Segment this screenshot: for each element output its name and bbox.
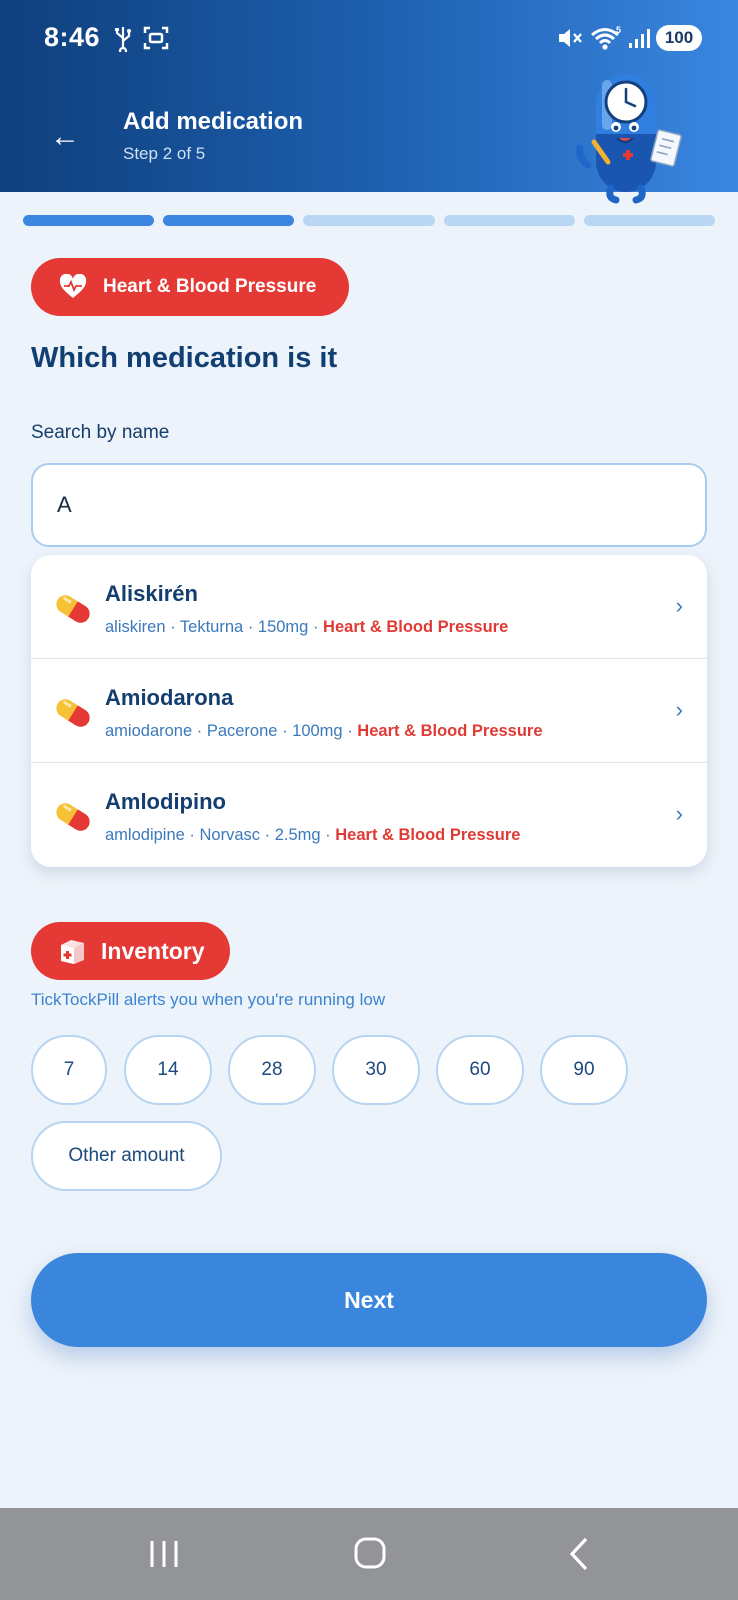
- separator: ·: [282, 722, 288, 740]
- category-badge: Heart & Blood Pressure: [31, 258, 349, 316]
- separator: ·: [247, 618, 254, 636]
- category-label: Heart & Blood Pressure: [103, 276, 317, 297]
- dose: 100mg: [292, 722, 343, 740]
- medication-category: Heart & Blood Pressure: [323, 618, 509, 636]
- search-input[interactable]: A: [31, 463, 707, 547]
- search-label: Search by name: [31, 422, 170, 443]
- brand-name: Tekturna: [179, 618, 244, 636]
- generic-name: amiodarone: [105, 722, 193, 740]
- pill-icon: [56, 803, 90, 831]
- inventory-option-chip[interactable]: 30: [332, 1035, 420, 1105]
- separator: ·: [170, 618, 176, 636]
- usb-icon: [115, 27, 131, 52]
- search-results-list: Aliskirén aliskiren · Tekturna · 150mg ·…: [31, 555, 707, 867]
- back-nav-icon[interactable]: [560, 1536, 600, 1572]
- signal-icon: [629, 29, 650, 48]
- separator: ·: [325, 826, 331, 844]
- dose: 150mg: [257, 618, 309, 636]
- svg-text:5: 5: [616, 25, 621, 35]
- next-button[interactable]: Next: [31, 1253, 707, 1347]
- progress-segment: [443, 215, 575, 226]
- home-icon[interactable]: [350, 1536, 390, 1572]
- pill-icon: [56, 699, 90, 727]
- inventory-option-chip[interactable]: 60: [436, 1035, 524, 1105]
- brand-name: Norvasc: [199, 826, 261, 844]
- medication-category: Heart & Blood Pressure: [357, 722, 543, 740]
- dose: 2.5mg: [274, 826, 321, 844]
- chevron-right-icon: ›: [675, 801, 683, 826]
- system-nav-bar: [0, 1508, 738, 1600]
- result-item-amlodipino[interactable]: Amlodipino amlodipine · Norvasc · 2.5mg …: [31, 763, 707, 867]
- step-indicator: Step 2 of 5: [123, 144, 206, 163]
- medication-category: Heart & Blood Pressure: [335, 826, 521, 844]
- app-header: 8:46 5 100 ← Add medication Step 2 of 5: [0, 0, 738, 204]
- separator: ·: [264, 826, 271, 844]
- question-heading: Which medication is it: [31, 342, 338, 374]
- battery-indicator: 100: [656, 25, 702, 51]
- chevron-right-icon: ›: [675, 697, 683, 722]
- inventory-label: Inventory: [101, 937, 205, 964]
- mute-icon: [559, 29, 582, 47]
- medication-name: Amiodarona: [105, 685, 234, 710]
- medication-details: amlodipine · Norvasc · 2.5mg · Heart & B…: [105, 826, 520, 845]
- step-progress-bar: [23, 215, 716, 227]
- medication-details: aliskiren · Tekturna · 150mg · Heart & B…: [105, 618, 508, 637]
- generic-name: aliskiren: [105, 618, 166, 636]
- pill-icon: [56, 595, 90, 623]
- pill-mascot-icon: [576, 74, 682, 204]
- medication-name: Aliskirén: [105, 581, 198, 606]
- inventory-note: TickTockPill alerts you when you're runn…: [31, 990, 386, 1009]
- medication-name: Amlodipino: [105, 789, 226, 814]
- first-aid-box-icon: [61, 940, 84, 964]
- separator: ·: [189, 826, 195, 844]
- recent-apps-icon[interactable]: [144, 1536, 184, 1572]
- inventory-option-chip[interactable]: 90: [540, 1035, 628, 1105]
- inventory-option-chip[interactable]: 7: [31, 1035, 107, 1105]
- result-item-aliskiren[interactable]: Aliskirén aliskiren · Tekturna · 150mg ·…: [31, 555, 707, 659]
- status-bar: 8:46 5 100: [0, 0, 738, 76]
- separator: ·: [312, 618, 319, 636]
- result-item-amiodarona[interactable]: Amiodarona amiodarone · Pacerone · 100mg…: [31, 659, 707, 763]
- inventory-option-chip[interactable]: 14: [124, 1035, 212, 1105]
- status-time: 8:46: [44, 22, 101, 52]
- progress-segment: [163, 215, 295, 226]
- heart-icon: [59, 274, 87, 298]
- screenshot-icon: [143, 26, 169, 50]
- progress-segment: [23, 215, 155, 226]
- other-amount-chip[interactable]: Other amount: [31, 1121, 222, 1191]
- wifi-icon: 5: [591, 25, 621, 50]
- page-title: Add medication: [123, 108, 304, 135]
- progress-segment: [583, 215, 716, 226]
- brand-name: Pacerone: [206, 722, 278, 740]
- separator: ·: [347, 722, 353, 740]
- progress-segment: [303, 215, 435, 226]
- inventory-option-chip[interactable]: 28: [228, 1035, 316, 1105]
- back-button[interactable]: ←: [50, 122, 80, 152]
- generic-name: amlodipine: [105, 826, 185, 844]
- chevron-right-icon: ›: [675, 593, 683, 618]
- separator: ·: [196, 722, 203, 740]
- inventory-badge: Inventory: [31, 922, 230, 980]
- medication-details: amiodarone · Pacerone · 100mg · Heart & …: [105, 722, 543, 741]
